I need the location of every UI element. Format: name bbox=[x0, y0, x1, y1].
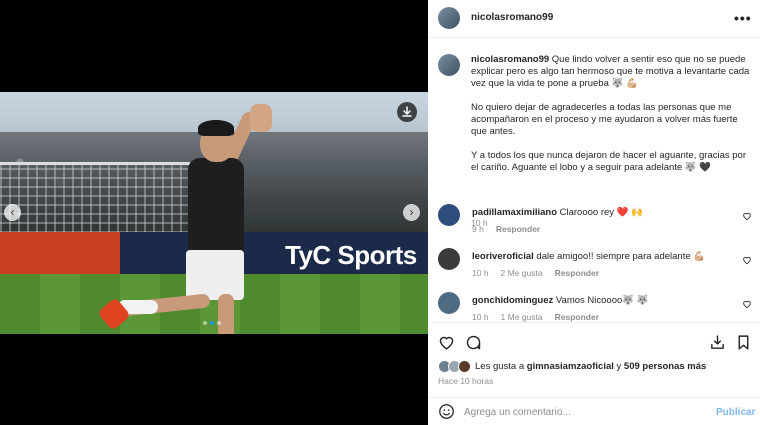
comment-time: 10 h bbox=[472, 268, 489, 278]
publish-button[interactable]: Publicar bbox=[716, 407, 755, 418]
reply-button[interactable]: Responder bbox=[496, 224, 540, 234]
comment-text: gonchidominguez Vamos Nicoooo🐺 🐺 bbox=[472, 295, 722, 306]
instagram-post-modal: TyC Sports ‹ › nicolasromano99 ••• nicol… bbox=[0, 0, 760, 425]
comment-likes-count[interactable]: 2 Me gusta bbox=[501, 268, 543, 278]
comment-avatar[interactable] bbox=[438, 248, 460, 270]
more-options-icon[interactable]: ••• bbox=[734, 10, 752, 26]
comment-like-heart-icon[interactable] bbox=[742, 255, 752, 268]
comment-meta: 10 h 2 Me gusta Responder bbox=[472, 268, 599, 278]
comment-input[interactable] bbox=[464, 404, 694, 420]
player-hands bbox=[250, 104, 272, 132]
comment-text: padillamaximiliano Claroooo rey ❤️ 🙌 bbox=[472, 207, 722, 218]
carousel-dot bbox=[217, 321, 221, 325]
comment-like-heart-icon[interactable] bbox=[742, 211, 752, 224]
comment-time: 9 h bbox=[472, 224, 484, 234]
comment-time: 10 h bbox=[472, 312, 489, 322]
emoji-smile-icon[interactable] bbox=[438, 403, 455, 420]
comment-body: Claroooo rey ❤️ 🙌 bbox=[559, 207, 643, 218]
comment-username[interactable]: padillamaximiliano bbox=[472, 207, 557, 218]
author-avatar[interactable] bbox=[438, 7, 460, 29]
caption-paragraph-2: No quiero dejar de agradecerles a todas … bbox=[471, 102, 738, 137]
caption-author-avatar[interactable] bbox=[438, 54, 460, 76]
comment-username[interactable]: leoriveroficial bbox=[472, 251, 534, 262]
carousel-next-button[interactable]: › bbox=[403, 204, 420, 221]
likes-summary: Les gusta a gimnasiamzaoficial y 509 per… bbox=[438, 360, 758, 374]
comment-avatar[interactable] bbox=[438, 292, 460, 314]
player-figure bbox=[97, 102, 280, 334]
comment-like-heart-icon[interactable] bbox=[742, 299, 752, 312]
save-bookmark-icon[interactable] bbox=[735, 334, 752, 351]
player-shirt bbox=[188, 158, 244, 254]
carousel-dot-active bbox=[210, 321, 214, 325]
comment-bubble-icon[interactable] bbox=[465, 334, 482, 351]
caption-author[interactable]: nicolasromano99 bbox=[471, 54, 549, 65]
player-shorts bbox=[186, 250, 244, 300]
liker-avatar bbox=[458, 360, 471, 373]
comment-item: padillamaximiliano Claroooo rey ❤️ 🙌 9 h… bbox=[428, 204, 760, 244]
likes-user[interactable]: gimnasiamzaoficial bbox=[527, 361, 614, 372]
comment-username[interactable]: gonchidominguez bbox=[472, 295, 553, 306]
player-leg bbox=[218, 294, 234, 334]
reply-button[interactable]: Responder bbox=[555, 312, 599, 322]
action-bar bbox=[428, 322, 760, 360]
media-area: TyC Sports ‹ › bbox=[0, 0, 428, 425]
author-username[interactable]: nicolasromano99 bbox=[471, 12, 553, 23]
post-side-panel: nicolasromano99 ••• nicolasromano99 Que … bbox=[428, 0, 760, 425]
post-header: nicolasromano99 ••• bbox=[428, 0, 760, 38]
comment-item: leoriveroficial dale amigoo!! siempre pa… bbox=[428, 248, 760, 288]
caption-text: nicolasromano99 Que lindo volver a senti… bbox=[471, 54, 751, 186]
comment-text: leoriveroficial dale amigoo!! siempre pa… bbox=[472, 251, 722, 262]
comment-meta: 9 h Responder bbox=[472, 224, 540, 234]
comment-avatar[interactable] bbox=[438, 204, 460, 226]
comment-likes-count[interactable]: 1 Me gusta bbox=[501, 312, 543, 322]
like-heart-icon[interactable] bbox=[438, 334, 455, 351]
reply-button[interactable]: Responder bbox=[555, 268, 599, 278]
likes-text: Les gusta a gimnasiamzaoficial y 509 per… bbox=[475, 361, 706, 372]
post-timestamp: Hace 10 horas bbox=[438, 376, 494, 386]
carousel-prev-button[interactable]: ‹ bbox=[4, 204, 21, 221]
add-comment-bar: Publicar bbox=[428, 397, 760, 425]
caption-paragraph-3: Y a todos los que nunca dejaron de hacer… bbox=[471, 150, 746, 173]
download-icon[interactable] bbox=[397, 102, 417, 122]
likes-connector: y bbox=[616, 361, 622, 372]
likes-prefix: Les gusta a bbox=[475, 361, 525, 372]
share-icon[interactable] bbox=[709, 334, 726, 351]
comment-body: dale amigoo!! siempre para adelante 💪🏼 bbox=[536, 251, 706, 262]
board-text: TyC Sports bbox=[285, 240, 417, 270]
carousel-dot bbox=[203, 321, 207, 325]
likes-others[interactable]: 509 personas más bbox=[624, 361, 706, 372]
player-hair bbox=[198, 120, 234, 136]
post-photo[interactable]: TyC Sports bbox=[0, 92, 428, 334]
comment-body: Vamos Nicoooo🐺 🐺 bbox=[555, 295, 649, 306]
carousel-indicator bbox=[203, 321, 221, 325]
comment-meta: 10 h 1 Me gusta Responder bbox=[472, 312, 599, 322]
